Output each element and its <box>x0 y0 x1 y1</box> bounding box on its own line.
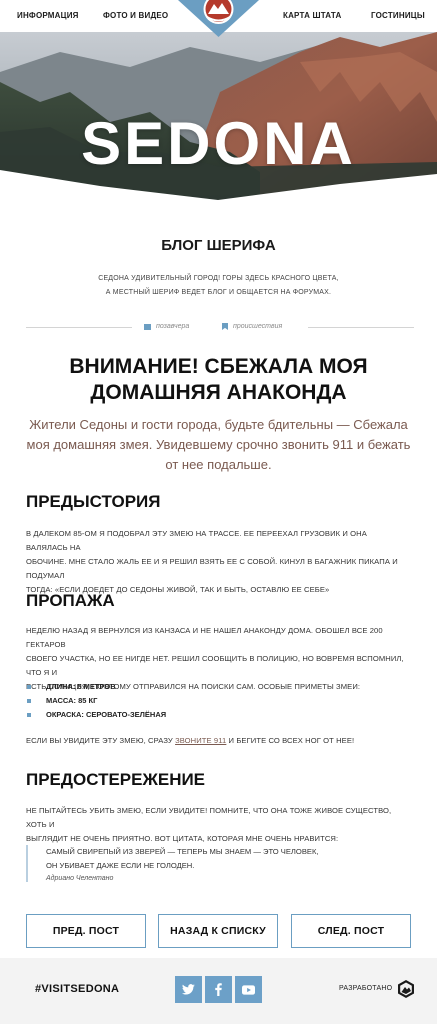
hero-banner: SEDONA <box>0 32 437 202</box>
text-line: ОБОЧИНЕ. МНЕ СТАЛО ЖАЛЬ ЕЕ И Я РЕШИЛ ВЗЯ… <box>26 557 398 580</box>
call-911-text: ЕСЛИ ВЫ УВИДИТЕ ЭТУ ЗМЕЮ, СРАЗУ ЗВОНИТЕ … <box>26 734 410 748</box>
call-text-after: И БЕГИТЕ СО ВСЕХ НОГ ОТ НЕЕ! <box>226 736 355 745</box>
call-text-before: ЕСЛИ ВЫ УВИДИТЕ ЭТУ ЗМЕЮ, СРАЗУ <box>26 736 176 745</box>
text-line: В ДАЛЕКОМ 85-ОМ Я ПОДОБРАЛ ЭТУ ЗМЕЮ НА Т… <box>26 529 367 552</box>
blockquote: САМЫЙ СВИРЕПЫЙ ИЗ ЗВЕРЕЙ — ТЕПЕРЬ МЫ ЗНА… <box>26 845 386 882</box>
calendar-icon <box>144 323 151 330</box>
section-title-warning: ПРЕДОСТЕРЕЖЕНИЕ <box>26 770 206 789</box>
facebook-button[interactable] <box>205 976 232 1003</box>
quote-line: ОН УБИВАЕТ ДАЖЕ ЕСЛИ НЕ ГОЛОДЕН. <box>46 861 195 870</box>
prev-post-button[interactable]: ПРЕД. ПОСТ <box>26 914 146 948</box>
text-line: ВЫГЛЯДИТ НЕ ОЧЕНЬ ПРИЯТНО. ВОТ ЦИТАТА, К… <box>26 834 339 843</box>
youtube-icon <box>242 984 255 995</box>
twitter-button[interactable] <box>175 976 202 1003</box>
quote-author: Адриано Челентано <box>46 875 114 882</box>
blog-title: БЛОГ ШЕРИФА <box>161 237 276 254</box>
list-item-text: ДЛИНА: 5 МЕТРОВ <box>46 682 116 691</box>
nav-item-photo-video[interactable]: ФОТО И ВИДЕО <box>103 11 168 20</box>
blog-description-line: СЕДОНА УДИВИТЕЛЬНЫЙ ГОРОД! ГОРЫ ЗДЕСЬ КР… <box>98 275 339 282</box>
post-date-label: позавчера <box>156 323 190 330</box>
text-line: НЕДЕЛЮ НАЗАД Я ВЕРНУЛСЯ ИЗ КАНЗАСА И НЕ … <box>26 626 383 649</box>
section-title-background: ПРЕДЫСТОРИЯ <box>26 492 161 511</box>
youtube-button[interactable] <box>235 976 262 1003</box>
twitter-icon <box>182 984 195 995</box>
divider <box>26 327 132 328</box>
text-line: НЕ ПЫТАЙТЕСЬ УБИТЬ ЗМЕЮ, ЕСЛИ УВИДИТЕ! П… <box>26 806 392 829</box>
lead-line: моя домашняя змея. Увидевшему срочно зво… <box>26 437 411 452</box>
headline-line: ВНИМАНИЕ! СБЕЖАЛА МОЯ <box>69 355 368 378</box>
list-item-text: ОКРАСКА: СЕРОВАТО-ЗЕЛЁНАЯ <box>46 710 167 719</box>
lead-line: от нее подальше. <box>165 457 272 472</box>
list-item: ДЛИНА: 5 МЕТРОВ <box>26 680 406 694</box>
headline-line: ДОМАШНЯЯ АНАКОНДА <box>90 381 347 404</box>
article-lead: Жители Седоны и гости города, будьте бди… <box>22 415 415 475</box>
city-of-sedona-logo[interactable] <box>178 0 259 37</box>
nav-item-info[interactable]: ИНФОРМАЦИЯ <box>17 11 79 20</box>
back-to-list-button[interactable]: НАЗАД К СПИСКУ <box>158 914 278 948</box>
bullet-icon <box>27 713 31 717</box>
bookmark-icon <box>222 323 228 330</box>
facebook-icon <box>215 983 222 996</box>
post-category[interactable]: происшествия <box>222 323 282 330</box>
bullet-icon <box>27 685 31 689</box>
list-item-text: МАССА: 85 КГ <box>46 696 98 705</box>
developer-logo-icon[interactable] <box>398 980 414 998</box>
post-meta: позавчера происшествия <box>26 320 414 334</box>
developed-by-label: РАЗРАБОТАНО <box>339 985 393 992</box>
list-item: ОКРАСКА: СЕРОВАТО-ЗЕЛЁНАЯ <box>26 708 406 722</box>
section-title-loss: ПРОПАЖА <box>26 591 115 610</box>
snake-features-list: ДЛИНА: 5 МЕТРОВ МАССА: 85 КГ ОКРАСКА: СЕ… <box>26 680 406 722</box>
divider <box>308 327 414 328</box>
section-text-warning: НЕ ПЫТАЙТЕСЬ УБИТЬ ЗМЕЮ, ЕСЛИ УВИДИТЕ! П… <box>26 804 410 846</box>
post-category-label[interactable]: происшествия <box>233 323 282 330</box>
section-text-background: В ДАЛЕКОМ 85-ОМ Я ПОДОБРАЛ ЭТУ ЗМЕЮ НА Т… <box>26 527 410 597</box>
blog-description: СЕДОНА УДИВИТЕЛЬНЫЙ ГОРОД! ГОРЫ ЗДЕСЬ КР… <box>0 272 437 300</box>
footer: #VISITSEDONA РАЗРАБОТАНО <box>0 958 437 1024</box>
article-headline: ВНИМАНИЕ! СБЕЖАЛА МОЯ ДОМАШНЯЯ АНАКОНДА <box>40 354 397 406</box>
lead-line: Жители Седоны и гости города, будьте бди… <box>29 417 408 432</box>
post-date: позавчера <box>144 323 189 330</box>
footer-hashtag: #VISITSEDONA <box>35 983 120 995</box>
text-line: СВОЕГО УЧАСТКА, НО ЕЕ НИГДЕ НЕТ. РЕШИЛ С… <box>26 654 404 677</box>
next-post-button[interactable]: СЛЕД. ПОСТ <box>291 914 411 948</box>
list-item: МАССА: 85 КГ <box>26 694 406 708</box>
nav-item-hotels[interactable]: ГОСТИНИЦЫ <box>371 11 425 20</box>
hero-title: SEDONA <box>81 110 356 177</box>
bullet-icon <box>27 699 31 703</box>
call-911-link[interactable]: ЗВОНИТЕ 911 <box>175 736 226 745</box>
nav-item-state-map[interactable]: КАРТА ШТАТА <box>283 11 341 20</box>
blog-description-line: А МЕСТНЫЙ ШЕРИФ ВЕДЕТ БЛОГ И ОБЩАЕТСЯ НА… <box>105 289 332 296</box>
quote-line: САМЫЙ СВИРЕПЫЙ ИЗ ЗВЕРЕЙ — ТЕПЕРЬ МЫ ЗНА… <box>46 847 319 856</box>
